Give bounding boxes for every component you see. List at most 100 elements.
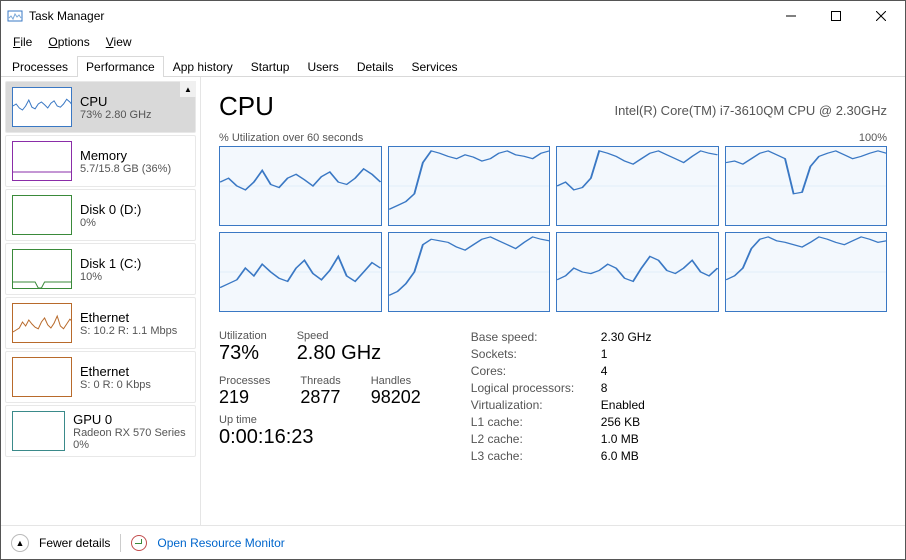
stat-value: 2877 bbox=[300, 387, 340, 408]
menu-options[interactable]: Options bbox=[42, 33, 95, 51]
core-chart-6 bbox=[556, 232, 719, 312]
sidebar-item-disk-1-c-[interactable]: Disk 1 (C:)10% bbox=[5, 243, 196, 295]
info-key: Base speed: bbox=[471, 330, 601, 344]
maximize-button[interactable] bbox=[813, 1, 858, 31]
tabs: Processes Performance App history Startu… bbox=[1, 55, 905, 77]
tab-users[interactable]: Users bbox=[298, 56, 347, 77]
scroll-up-button[interactable]: ▲ bbox=[180, 81, 196, 97]
stat-speed: Speed2.80 GHz bbox=[297, 330, 381, 365]
info-value: 8 bbox=[601, 381, 652, 395]
stat-value: 219 bbox=[219, 387, 270, 408]
sidebar-item-label: Memory bbox=[80, 148, 171, 163]
sidebar-item-label: GPU 0 bbox=[73, 412, 189, 427]
core-chart-5 bbox=[388, 232, 551, 312]
info-key: L2 cache: bbox=[471, 432, 601, 446]
sidebar-item-sub: S: 0 R: 0 Kbps bbox=[80, 379, 151, 391]
thumbnail-chart bbox=[12, 141, 72, 181]
sidebar-item-label: CPU bbox=[80, 94, 152, 109]
info-value: 256 KB bbox=[601, 415, 652, 429]
menu-file[interactable]: File bbox=[7, 33, 38, 51]
close-button[interactable] bbox=[858, 1, 903, 31]
sidebar-item-memory[interactable]: Memory5.7/15.8 GB (36%) bbox=[5, 135, 196, 187]
stat-label: Handles bbox=[371, 375, 421, 387]
stat-label: Speed bbox=[297, 330, 381, 342]
stat-value: 98202 bbox=[371, 387, 421, 408]
footer-divider bbox=[120, 534, 121, 552]
menu-view[interactable]: View bbox=[100, 33, 138, 51]
cpu-info-table: Base speed:2.30 GHzSockets:1Cores:4Logic… bbox=[471, 330, 652, 463]
sidebar-item-sub: S: 10.2 R: 1.1 Mbps bbox=[80, 325, 177, 337]
sidebar-item-ethernet[interactable]: EthernetS: 0 R: 0 Kbps bbox=[5, 351, 196, 403]
info-key: Cores: bbox=[471, 364, 601, 378]
info-key: Logical processors: bbox=[471, 381, 601, 395]
sidebar-item-cpu[interactable]: CPU73% 2.80 GHz bbox=[5, 81, 196, 133]
tab-processes[interactable]: Processes bbox=[3, 56, 77, 77]
stat-label: Processes bbox=[219, 375, 270, 387]
window-title: Task Manager bbox=[29, 9, 768, 23]
sidebar-item-ethernet[interactable]: EthernetS: 10.2 R: 1.1 Mbps bbox=[5, 297, 196, 349]
info-key: Sockets: bbox=[471, 347, 601, 361]
uptime-label: Up time bbox=[219, 414, 421, 426]
menubar: File Options View bbox=[1, 31, 905, 55]
sidebar-item-label: Disk 1 (C:) bbox=[80, 256, 141, 271]
tab-services[interactable]: Services bbox=[403, 56, 467, 77]
cpu-model: Intel(R) Core(TM) i7-3610QM CPU @ 2.30GH… bbox=[614, 103, 887, 118]
titlebar: Task Manager bbox=[1, 1, 905, 31]
sidebar-item-gpu-0[interactable]: GPU 0Radeon RX 570 Series 0% bbox=[5, 405, 196, 457]
sidebar-item-label: Ethernet bbox=[80, 364, 151, 379]
uptime-value: 0:00:16:23 bbox=[219, 426, 421, 449]
stat-handles: Handles98202 bbox=[371, 375, 421, 408]
core-chart-0 bbox=[219, 146, 382, 226]
info-value: 1.0 MB bbox=[601, 432, 652, 446]
thumbnail-chart bbox=[12, 249, 72, 289]
stat-threads: Threads2877 bbox=[300, 375, 340, 408]
tab-app-history[interactable]: App history bbox=[164, 56, 242, 77]
info-value: 2.30 GHz bbox=[601, 330, 652, 344]
thumbnail-chart bbox=[12, 303, 72, 343]
stat-value: 2.80 GHz bbox=[297, 342, 381, 365]
sidebar-item-sub: 73% 2.80 GHz bbox=[80, 109, 152, 121]
info-key: L3 cache: bbox=[471, 449, 601, 463]
sidebar-item-sub: 10% bbox=[80, 271, 141, 283]
core-chart-4 bbox=[219, 232, 382, 312]
thumbnail-chart bbox=[12, 87, 72, 127]
info-key: L1 cache: bbox=[471, 415, 601, 429]
info-value: 6.0 MB bbox=[601, 449, 652, 463]
thumbnail-chart bbox=[12, 195, 72, 235]
open-resource-monitor-link[interactable]: Open Resource Monitor bbox=[157, 536, 284, 550]
tab-details[interactable]: Details bbox=[348, 56, 403, 77]
core-chart-1 bbox=[388, 146, 551, 226]
sidebar-item-sub: 5.7/15.8 GB (36%) bbox=[80, 163, 171, 175]
info-value: 1 bbox=[601, 347, 652, 361]
app-icon bbox=[7, 8, 23, 24]
stat-label: Threads bbox=[300, 375, 340, 387]
core-chart-2 bbox=[556, 146, 719, 226]
sidebar-item-sub: 0% bbox=[80, 217, 141, 229]
fewer-details-link[interactable]: Fewer details bbox=[39, 536, 110, 550]
page-title: CPU bbox=[219, 91, 274, 122]
content: ▲ CPU73% 2.80 GHzMemory5.7/15.8 GB (36%)… bbox=[1, 77, 905, 525]
core-chart-7 bbox=[725, 232, 888, 312]
chart-caption-left: % Utilization over 60 seconds bbox=[219, 132, 363, 144]
sidebar-item-disk-0-d-[interactable]: Disk 0 (D:)0% bbox=[5, 189, 196, 241]
window-controls bbox=[768, 1, 903, 31]
stat-value: 73% bbox=[219, 342, 267, 365]
tab-performance[interactable]: Performance bbox=[77, 56, 164, 77]
chevron-up-icon[interactable]: ▲ bbox=[11, 534, 29, 552]
chart-caption-right: 100% bbox=[859, 132, 887, 144]
sidebar-item-sub: Radeon RX 570 Series 0% bbox=[73, 427, 189, 451]
core-chart-grid bbox=[219, 146, 887, 312]
info-value: 4 bbox=[601, 364, 652, 378]
thumbnail-chart bbox=[12, 357, 72, 397]
footer: ▲ Fewer details Open Resource Monitor bbox=[1, 525, 905, 559]
sidebar-item-label: Ethernet bbox=[80, 310, 177, 325]
core-chart-3 bbox=[725, 146, 888, 226]
info-value: Enabled bbox=[601, 398, 652, 412]
stat-label: Utilization bbox=[219, 330, 267, 342]
minimize-button[interactable] bbox=[768, 1, 813, 31]
main-panel: CPU Intel(R) Core(TM) i7-3610QM CPU @ 2.… bbox=[201, 77, 905, 525]
sidebar: ▲ CPU73% 2.80 GHzMemory5.7/15.8 GB (36%)… bbox=[1, 77, 201, 525]
stat-utilization: Utilization73% bbox=[219, 330, 267, 365]
tab-startup[interactable]: Startup bbox=[242, 56, 299, 77]
thumbnail-chart bbox=[12, 411, 65, 451]
